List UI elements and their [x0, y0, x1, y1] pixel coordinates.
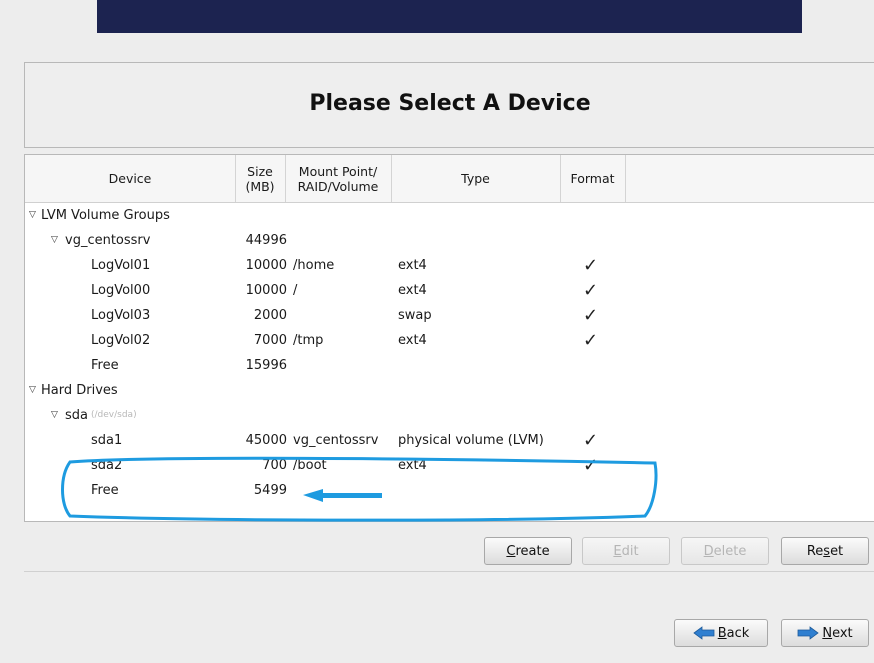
device-cell: LVM Volume Groups	[41, 208, 170, 223]
table-row[interactable]: LogVol03 2000 swap ✓	[25, 303, 874, 328]
table-row[interactable]: ▽ vg_centossrv 44996	[25, 228, 874, 253]
size-cell: 45000	[245, 433, 287, 448]
size-cell	[235, 203, 287, 228]
expander-triangle-icon[interactable]: ▽	[51, 403, 58, 428]
next-button[interactable]: Next	[781, 619, 869, 647]
check-icon: ✓	[583, 280, 599, 301]
table-row[interactable]: LogVol00 10000 / ext4 ✓	[25, 278, 874, 303]
expander-triangle-icon[interactable]: ▽	[29, 378, 36, 403]
top-banner	[97, 0, 802, 33]
type-cell: ext4	[398, 333, 427, 348]
size-cell: 5499	[253, 483, 287, 498]
type-cell: swap	[398, 308, 432, 323]
arrow-right-icon	[797, 626, 820, 640]
device-cell: LogVol01	[91, 258, 151, 273]
size-cell: 10000	[245, 258, 287, 273]
edit-button[interactable]: Edit	[582, 537, 670, 565]
size-cell: 15996	[245, 358, 287, 373]
column-type[interactable]: Type	[391, 155, 561, 202]
device-path-hint: (/dev/sda)	[91, 410, 137, 420]
check-icon: ✓	[583, 430, 599, 451]
column-size[interactable]: Size (MB)	[235, 155, 286, 202]
table-row[interactable]: Free 5499	[25, 478, 874, 503]
column-format[interactable]: Format	[560, 155, 626, 202]
size-cell	[235, 403, 287, 428]
device-cell: Hard Drives	[41, 383, 118, 398]
delete-button[interactable]: Delete	[681, 537, 769, 565]
type-cell: physical volume (LVM)	[398, 433, 544, 448]
device-table[interactable]: Device Size (MB) Mount Point/ RAID/Volum…	[24, 154, 874, 522]
table-row[interactable]: ▽ Hard Drives	[25, 378, 874, 403]
mount-cell: vg_centossrv	[293, 433, 379, 448]
size-cell: 2000	[253, 308, 287, 323]
mount-cell: /tmp	[293, 333, 324, 348]
device-cell: LogVol02	[91, 333, 151, 348]
size-cell: 44996	[245, 233, 287, 248]
reset-button[interactable]: Re s et	[781, 537, 869, 565]
type-cell: ext4	[398, 283, 427, 298]
expander-triangle-icon[interactable]: ▽	[29, 203, 36, 228]
table-row[interactable]: ▽ sda (/dev/sda)	[25, 403, 874, 428]
table-row[interactable]: sda1 45000 vg_centossrv physical volume (LV…	[25, 428, 874, 453]
create-button[interactable]: Create	[484, 537, 572, 565]
type-cell: ext4	[398, 458, 427, 473]
back-button[interactable]: Back	[674, 619, 768, 647]
device-cell: LogVol03	[91, 308, 151, 323]
title-panel: Please Select A Device	[24, 62, 874, 148]
size-cell: 7000	[253, 333, 287, 348]
check-icon: ✓	[583, 305, 599, 326]
mount-cell: /	[293, 283, 298, 298]
type-cell: ext4	[398, 258, 427, 273]
check-icon: ✓	[583, 255, 599, 276]
table-header: Device Size (MB) Mount Point/ RAID/Volum…	[25, 155, 874, 203]
mount-cell: /home	[293, 258, 335, 273]
device-cell: sda2	[91, 458, 123, 473]
device-cell: Free	[91, 358, 119, 373]
device-cell: vg_centossrv	[65, 233, 151, 248]
column-mount-point[interactable]: Mount Point/ RAID/Volume	[285, 155, 392, 202]
mount-cell: /boot	[293, 458, 327, 473]
size-cell: 700	[262, 458, 287, 473]
table-row[interactable]: Free 15996	[25, 353, 874, 378]
size-cell: 10000	[245, 283, 287, 298]
device-cell: sda	[65, 408, 88, 423]
expander-triangle-icon[interactable]: ▽	[51, 228, 58, 253]
table-row[interactable]: ▽ LVM Volume Groups	[25, 203, 874, 228]
page-title: Please Select A Device	[309, 91, 591, 116]
device-cell: sda1	[91, 433, 123, 448]
arrow-left-icon	[693, 626, 715, 640]
size-cell	[235, 378, 287, 403]
device-cell: LogVol00	[91, 283, 151, 298]
check-icon: ✓	[583, 330, 599, 351]
check-icon: ✓	[583, 455, 599, 476]
device-cell: Free	[91, 483, 119, 498]
table-row[interactable]: sda2 700/boot ext4 ✓	[25, 453, 874, 478]
table-row[interactable]: LogVol02 7000/tmp ext4 ✓	[25, 328, 874, 353]
column-device[interactable]: Device	[25, 155, 236, 202]
table-row[interactable]: LogVol01 10000/home ext4 ✓	[25, 253, 874, 278]
separator	[24, 571, 874, 572]
